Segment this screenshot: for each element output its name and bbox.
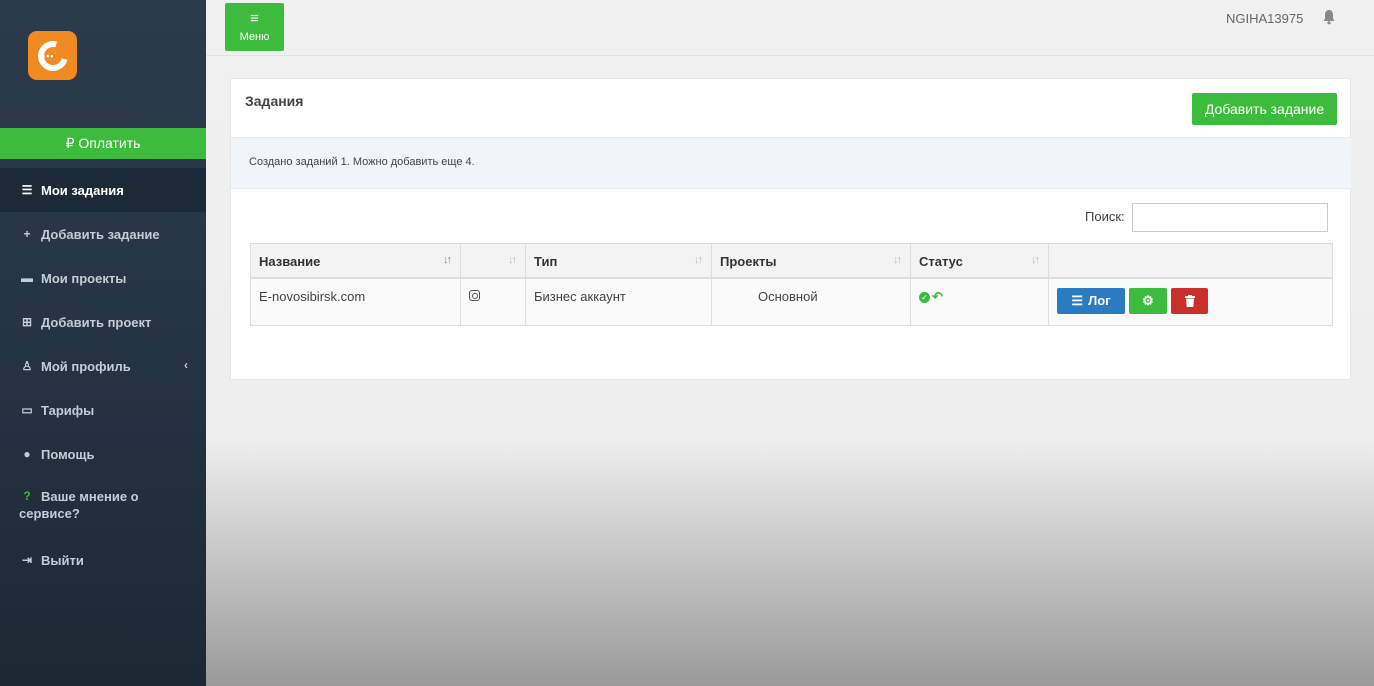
page-title: Задания [245,93,304,109]
username[interactable]: NGIHA13975 [1226,11,1303,26]
task-name: E-novosibirsk.com [250,277,461,326]
column-header-status[interactable]: Статус ↓↑ [910,243,1049,279]
logo-dots-icon: ••• [42,51,55,61]
sidebar-item-label: Мои задания [41,182,124,198]
list-icon: ☰ [1071,292,1084,308]
plus-icon: + [23,227,31,241]
add-task-button[interactable]: Добавить задание [1192,93,1337,125]
info-bar: Создано заданий 1. Можно добавить еще 4. [231,137,1351,189]
tasks-panel: Задания Добавить задание Создано заданий… [230,78,1351,380]
menu-button[interactable]: ≡ Меню [225,3,284,51]
instagram-icon [469,289,480,301]
sidebar-item-label: Мои проекты [41,270,127,286]
credit-card-icon: ▭ [21,403,33,417]
topbar: ≡ Меню NGIHA13975 [206,0,1374,56]
chevron-left-icon: ‹ [184,358,188,372]
task-project: Основной [711,277,911,326]
sort-icon: ↓↑ [508,254,517,266]
column-header-label: Статус [919,254,963,269]
sidebar-item-label: Мой профиль [41,358,131,374]
sidebar-item-label: Тарифы [41,402,95,418]
status-cell: ✓ ↶ [910,277,1049,326]
sidebar-item-label: Ваше мнение о сервисе? [19,489,139,521]
tasks-table: Название ↓↑ ↓↑ Тип ↓↑ Проекты ↓↑ Статус [250,243,1333,326]
bell-icon[interactable] [1322,9,1336,25]
sidebar-item-tariffs[interactable]: ▭ Тарифы [0,388,206,432]
network-cell [460,277,526,326]
table-header-row: Название ↓↑ ↓↑ Тип ↓↑ Проекты ↓↑ Статус [250,243,1333,279]
sidebar-item-my-projects[interactable]: ▬ Мои проекты [0,256,206,300]
sidebar-item-label: Помощь [41,446,95,462]
sidebar-item-add-task[interactable]: + Добавить задание [0,212,206,256]
briefcase-icon: ▬ [21,271,33,285]
sidebar-item-add-project[interactable]: ⊞ Добавить проект [0,300,206,344]
plus-square-icon: ⊞ [21,315,33,329]
sidebar-item-feedback[interactable]: ? Ваше мнение о сервисе? [0,476,206,538]
log-button-label: Лог [1088,293,1111,308]
sort-asc-icon: ↓↑ [443,254,452,266]
column-header-name[interactable]: Название ↓↑ [250,243,461,279]
sidebar-item-label: Добавить проект [41,314,152,330]
sidebar-item-help[interactable]: ● Помощь [0,432,206,476]
column-header-label: Название [259,254,321,269]
sidebar-item-my-tasks[interactable]: ☰ Мои задания [0,168,206,212]
column-header-projects[interactable]: Проекты ↓↑ [711,243,911,279]
sidebar-nav: ☰ Мои задания + Добавить задание ▬ Мои п… [0,168,206,582]
info-text: Создано заданий 1. Можно добавить еще 4. [249,156,475,168]
sign-out-icon: ⇥ [21,553,33,567]
task-type: Бизнес аккаунт [525,277,712,326]
task-project-label: Основной [758,288,818,304]
row-actions: ☰ Лог ⚙ [1057,287,1324,314]
sidebar: ••• ₽ Оплатить ☰ Мои задания + Добавить … [0,0,206,686]
search-label: Поиск: [1085,209,1125,224]
delete-button[interactable] [1171,287,1208,314]
log-button[interactable]: ☰ Лог [1057,287,1125,314]
sidebar-item-logout[interactable]: ⇥ Выйти [0,538,206,582]
search-input[interactable] [1132,203,1328,232]
table-row: E-novosibirsk.com Бизнес аккаунт Основно… [250,277,1333,326]
sort-icon: ↓↑ [1031,254,1040,266]
user-icon: ♙ [21,359,33,373]
sort-icon: ↓↑ [694,254,703,266]
column-header-type[interactable]: Тип ↓↑ [525,243,712,279]
sidebar-item-my-profile[interactable]: ♙ Мой профиль ‹ [0,344,206,388]
column-header-network[interactable]: ↓↑ [460,243,526,279]
question-circle-icon: ● [23,447,31,461]
tasks-list-icon: ☰ [21,183,33,197]
reply-all-icon: ↶ [932,289,943,305]
actions-cell: ☰ Лог ⚙ [1048,277,1333,326]
gear-icon: ⚙ [1142,292,1154,308]
hamburger-icon: ≡ [250,10,259,27]
sidebar-item-label: Выйти [41,552,84,568]
column-header-actions [1048,243,1333,279]
pay-button[interactable]: ₽ Оплатить [0,128,206,159]
menu-button-label: Меню [239,31,270,43]
settings-button[interactable]: ⚙ [1129,287,1167,314]
column-header-label: Тип [534,254,558,269]
check-circle-icon: ✓ [919,291,930,303]
sidebar-item-label: Добавить задание [41,226,160,242]
trash-icon [1184,294,1195,307]
column-header-label: Проекты [720,254,777,269]
sort-icon: ↓↑ [893,254,902,266]
